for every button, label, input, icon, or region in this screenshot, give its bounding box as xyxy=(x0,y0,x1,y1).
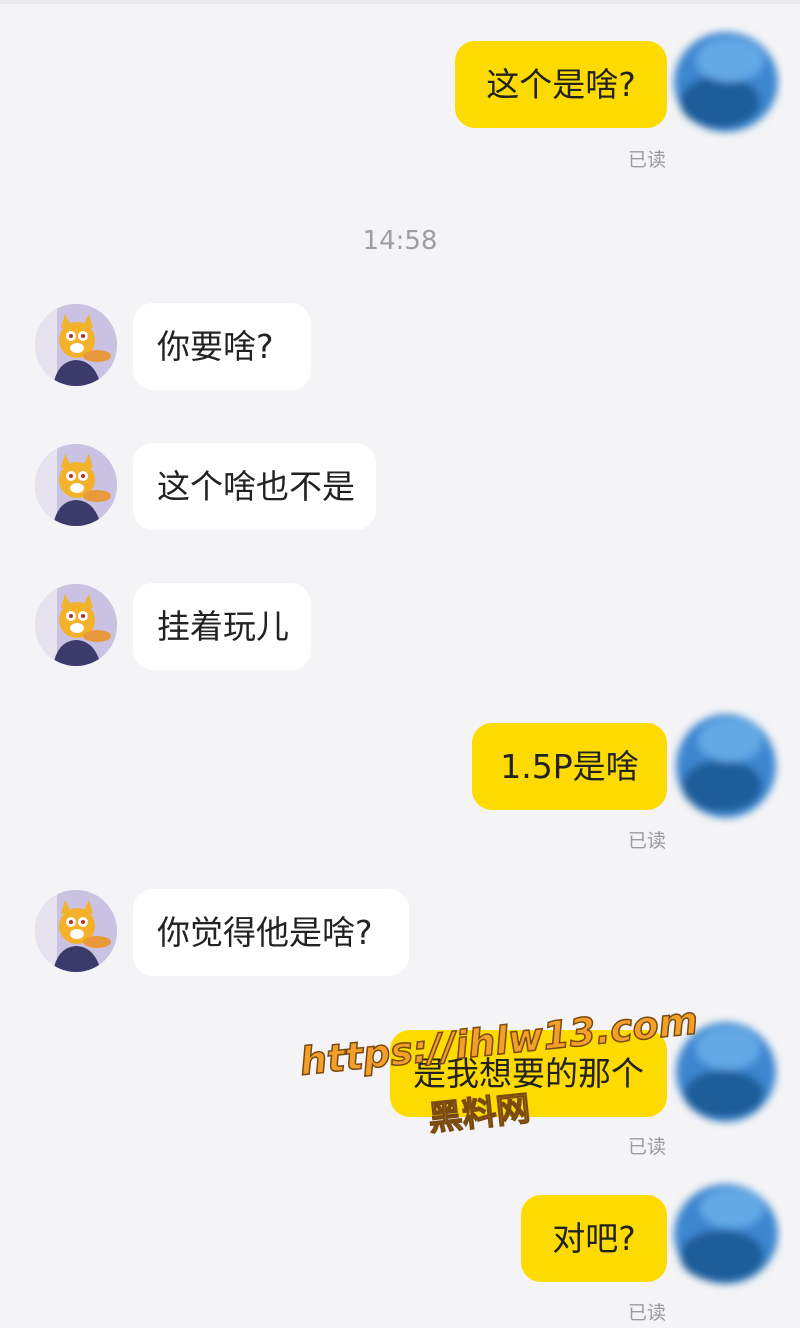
blurred-avatar-icon xyxy=(676,1022,776,1122)
contact-avatar[interactable] xyxy=(35,890,117,972)
read-receipt: 已读 xyxy=(627,1136,666,1158)
message-bubble-outgoing[interactable]: 这个是啥? xyxy=(455,41,667,128)
message-text: 是我想要的那个 xyxy=(413,1054,644,1093)
cartoon-cat-avatar-icon xyxy=(35,444,117,526)
message-text: 这个啥也不是 xyxy=(157,467,355,506)
cartoon-cat-avatar-icon xyxy=(35,584,117,666)
user-avatar[interactable] xyxy=(668,26,784,146)
message-text: 这个是啥? xyxy=(486,65,636,104)
message-text: 你要啥? xyxy=(157,327,274,366)
timestamp: 14:58 xyxy=(362,226,438,256)
read-receipt: 已读 xyxy=(627,149,666,171)
message-bubble-incoming[interactable]: 你要啥? xyxy=(133,303,311,390)
message-bubble-incoming[interactable]: 你觉得他是啥? xyxy=(133,889,409,976)
contact-avatar[interactable] xyxy=(35,304,117,386)
message-bubble-incoming[interactable]: 这个啥也不是 xyxy=(133,443,376,530)
read-receipt: 已读 xyxy=(627,830,666,852)
user-avatar[interactable] xyxy=(668,1012,784,1132)
message-bubble-incoming[interactable]: 挂着玩儿 xyxy=(133,583,311,670)
blurred-avatar-icon xyxy=(674,1184,778,1284)
blurred-avatar-icon xyxy=(676,714,776,818)
message-bubble-outgoing[interactable]: 对吧? xyxy=(521,1195,667,1282)
user-avatar[interactable] xyxy=(668,1176,784,1296)
user-avatar[interactable] xyxy=(668,706,784,826)
top-divider xyxy=(0,0,800,4)
message-bubble-outgoing[interactable]: 是我想要的那个 xyxy=(390,1030,667,1117)
blurred-avatar-icon xyxy=(674,32,778,132)
contact-avatar[interactable] xyxy=(35,444,117,526)
contact-avatar[interactable] xyxy=(35,584,117,666)
cartoon-cat-avatar-icon xyxy=(35,304,117,386)
cartoon-cat-avatar-icon xyxy=(35,890,117,972)
read-receipt: 已读 xyxy=(627,1302,666,1324)
message-bubble-outgoing[interactable]: 1.5P是啥 xyxy=(472,723,667,810)
message-text: 你觉得他是啥? xyxy=(157,913,373,952)
message-text: 挂着玩儿 xyxy=(157,607,289,646)
message-text: 对吧? xyxy=(552,1219,636,1258)
message-text: 1.5P是啥 xyxy=(500,747,639,786)
